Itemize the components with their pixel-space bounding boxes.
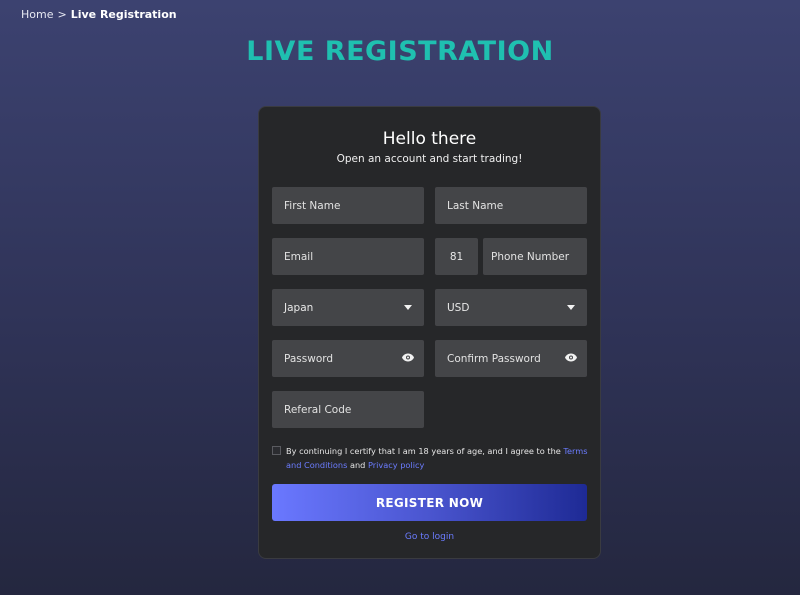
currency-select[interactable]: USD (435, 289, 587, 326)
breadcrumb-separator: > (57, 8, 67, 21)
page-title: LIVE REGISTRATION (246, 36, 554, 67)
breadcrumb: Home > Live Registration (21, 8, 177, 21)
consent-checkbox[interactable] (272, 446, 281, 455)
chevron-down-icon (404, 305, 412, 310)
currency-select-value: USD (447, 301, 470, 314)
consent-and: and (349, 460, 366, 470)
country-select[interactable]: Japan (272, 289, 424, 326)
last-name-input[interactable] (435, 187, 587, 224)
privacy-link[interactable]: Privacy policy (368, 460, 424, 470)
phone-code-value: 81 (449, 250, 464, 263)
phone-code-field[interactable]: 81 (435, 238, 478, 275)
registration-card: Hello there Open an account and start tr… (258, 106, 601, 559)
email-input[interactable] (272, 238, 424, 275)
breadcrumb-home-link[interactable]: Home (21, 8, 53, 21)
consent-row: By continuing I certify that I am 18 yea… (272, 444, 588, 472)
consent-text: By continuing I certify that I am 18 yea… (286, 444, 588, 472)
consent-text-before: By continuing I certify that I am 18 yea… (286, 446, 561, 456)
first-name-input[interactable] (272, 187, 424, 224)
eye-icon[interactable] (402, 353, 414, 362)
country-select-value: Japan (284, 301, 314, 314)
confirm-password-field (435, 340, 587, 377)
login-link[interactable]: Go to login (259, 532, 600, 542)
chevron-down-icon (567, 305, 575, 310)
breadcrumb-current: Live Registration (70, 8, 177, 21)
referral-code-input[interactable] (272, 391, 424, 428)
card-subheading: Open an account and start trading! (336, 153, 523, 165)
card-heading: Hello there (382, 129, 477, 149)
register-button[interactable]: REGISTER NOW (272, 484, 587, 521)
phone-number-input[interactable] (483, 238, 587, 275)
eye-icon[interactable] (565, 353, 577, 362)
password-field (272, 340, 424, 377)
